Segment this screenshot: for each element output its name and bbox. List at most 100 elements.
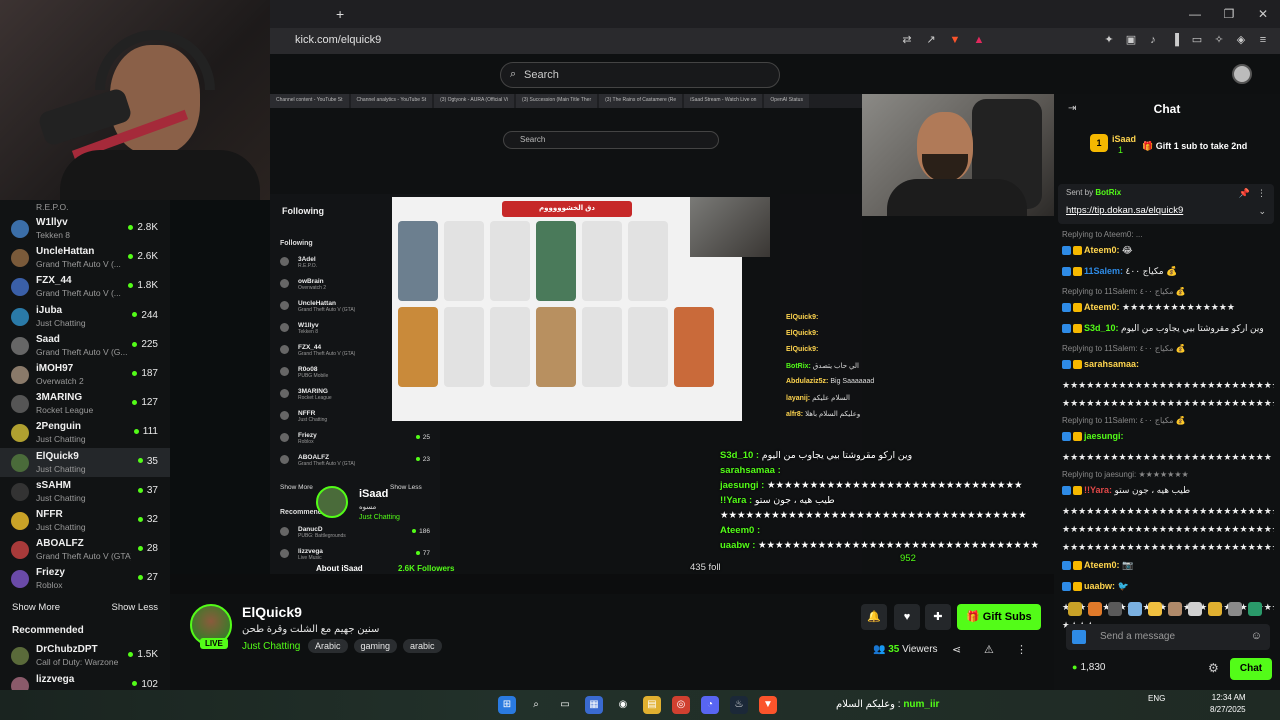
leo-icon[interactable]: ✧ [1212,33,1226,47]
clip-icon[interactable]: ✚ [925,604,951,630]
send-chat-button[interactable]: Chat [1230,658,1272,680]
pin-icon[interactable]: 📌 [1239,188,1250,199]
emoji-icon[interactable]: ☺ [1251,630,1262,642]
sidebar-item-category: Just Chatting [36,521,86,532]
emote-icon[interactable] [1208,602,1222,616]
maximize-button[interactable]: ❐ [1212,0,1246,28]
new-tab-button[interactable]: + [336,6,344,22]
emote-icon[interactable] [1248,602,1262,616]
emote-icon[interactable] [1148,602,1162,616]
extensions-icon[interactable]: ✦ [1102,33,1116,47]
user-avatar[interactable] [1232,64,1252,84]
sidebar-item-fzx_44[interactable]: FZX_44 Grand Theft Auto V (... 1.8K [0,272,170,301]
emote-icon[interactable] [1108,602,1122,616]
music-icon[interactable]: ♪ [1146,33,1160,47]
sidebar-icon[interactable]: ▐ [1168,33,1182,47]
search-input[interactable]: ⌕ Search [500,62,780,88]
discord-icon[interactable]: ◔ [701,696,719,714]
emote-icon[interactable] [1228,602,1242,616]
leaderboard-user[interactable]: iSaad [1112,134,1136,144]
chat-message: ★★★★★★★★★★★★★★★★★★★★★★★★★★★★★★★★★ [1062,398,1274,409]
sidebar-item-unclehattan[interactable]: UncleHattan Grand Theft Auto V (... 2.6K [0,243,170,272]
chat-username[interactable]: !!Yara: [1084,485,1112,495]
chat-username[interactable]: Ateem0: [1084,560,1120,570]
heart-icon[interactable]: ♥ [894,604,920,630]
file-explorer-icon[interactable]: ▤ [643,696,661,714]
steam-icon[interactable]: ♨ [730,696,748,714]
brave-icon[interactable]: ▼ [759,696,777,714]
task-view-icon[interactable]: ▭ [556,696,574,714]
sidebar-item-aboalfz[interactable]: ABOALFZ Grand Theft Auto V (GTA) 28 [0,535,170,564]
captured-tab: (3) Ogtyonk - AURA (Official Vi [434,94,515,108]
vpn-icon[interactable]: ◈ [1234,33,1248,47]
recommended-item-drchubzdpt[interactable]: DrChubzDPT Call of Duty: Warzone 1.5K [0,641,170,670]
stream-tag[interactable]: gaming [353,639,398,653]
language-indicator[interactable]: ENG [1148,694,1165,703]
bell-icon[interactable]: 🔔 [861,604,887,630]
brave-shield-icon[interactable]: ▼ [948,33,962,47]
emote-icon[interactable] [1088,602,1102,616]
sent-by-user[interactable]: BotRix [1095,188,1121,197]
minimize-button[interactable]: — [1178,0,1212,28]
chevron-down-icon[interactable]: ⌄ [1258,206,1266,217]
chat-username[interactable]: 11Salem: [1084,266,1123,276]
sidebar-item-friezy[interactable]: Friezy Roblox 27 [0,564,170,593]
chat-username[interactable]: jaesungi: [1084,431,1124,441]
sidebar-item-nffr[interactable]: NFFR Just Chatting 32 [0,506,170,535]
emote-icon[interactable] [1188,602,1202,616]
chat-username[interactable]: uaabw: [1084,581,1115,591]
stream-tag[interactable]: Arabic [308,639,348,653]
more-icon[interactable]: ⋮ [1016,643,1027,656]
sidebar-item-imoh97[interactable]: iMOH97 Overwatch 2 187 [0,360,170,389]
chat-username[interactable]: sarahsamaa: [1084,359,1139,369]
store-icon[interactable]: ▦ [585,696,603,714]
stream-tag[interactable]: arabic [403,639,442,653]
sidebar-item-ssahm[interactable]: sSAHM Just Chatting 37 [0,477,170,506]
report-icon[interactable]: ⚠ [984,643,994,656]
translate-icon[interactable]: ⇄ [900,33,914,47]
recommended-heading: Recommended [12,625,84,637]
emote-icon[interactable] [1168,602,1182,616]
sidebar-item-elquick9[interactable]: ElQuick9 Just Chatting 35 [0,447,170,477]
gear-icon[interactable]: ⚙ [1208,661,1219,675]
share-icon[interactable]: ⋖ [952,643,961,656]
close-window-button[interactable]: ✕ [1246,0,1280,28]
chat-username[interactable]: Ateem0: [1084,245,1120,255]
emote-icon[interactable] [1128,602,1142,616]
more-options-icon[interactable]: ⋮ [1257,188,1266,199]
search-icon[interactable]: ⌕ [527,696,545,714]
overlay-chat-line: S3d_10 : وين اركو مقروشتا بيي يجاوب من ا… [720,450,912,461]
tip-link[interactable]: https://tip.dokan.sa/elquick9 [1066,205,1183,216]
stream-category[interactable]: Just Chatting [242,641,300,652]
sidebar-item-2penguin[interactable]: 2Penguin Just Chatting 111 [0,418,170,447]
screenshot-icon[interactable]: ▣ [1124,33,1138,47]
brave-rewards-icon[interactable]: ▲ [972,33,986,47]
channel-name[interactable]: ElQuick9 [242,604,302,620]
sidebar-item-saad[interactable]: Saad Grand Theft Auto V (G... 225 [0,331,170,360]
clock[interactable]: 12:34 AM 8/27/2025 [1210,692,1246,716]
chat-username[interactable]: S3d_10: [1084,323,1119,333]
gift-subs-button[interactable]: 🎁 Gift Subs [957,604,1041,630]
show-more-button[interactable]: Show More [12,602,60,613]
obs-icon[interactable]: ◉ [614,696,632,714]
sidebar-item-w1llyv[interactable]: W1llyv Tekken 8 2.8K [0,214,170,243]
captured-item-viewers: 186 [412,528,430,535]
captured-item-category: Just Chatting [298,417,328,423]
chat-input[interactable]: Send a message ☺ [1066,624,1270,650]
sidebar-item-3maring[interactable]: 3MARING Rocket League 127 [0,389,170,418]
channel-points[interactable]: 1,830 [1072,662,1105,673]
wallet-icon[interactable]: ▭ [1190,33,1204,47]
sidebar-item-ijuba[interactable]: iJuba Just Chatting 244 [0,302,170,331]
chat-text: ★★★★★★★★★★★★★★ [1122,302,1235,312]
windows-start-icon[interactable]: ⊞ [498,696,516,714]
share-icon[interactable]: ↗ [924,33,938,47]
url-field[interactable]: kick.com/elquick9 [295,34,381,46]
chrome-icon[interactable]: ◎ [672,696,690,714]
sidebar-item-category: Just Chatting [36,317,86,328]
menu-icon[interactable]: ≡ [1256,33,1270,47]
gift-prompt[interactable]: 🎁 Gift 1 sub to take 2nd [1142,141,1247,152]
emote-icon[interactable] [1068,602,1082,616]
chat-username[interactable]: Ateem0: [1084,302,1120,312]
show-less-button[interactable]: Show Less [112,602,158,613]
recommended-item-lizzvega[interactable]: lizzvega 102 [0,671,170,690]
